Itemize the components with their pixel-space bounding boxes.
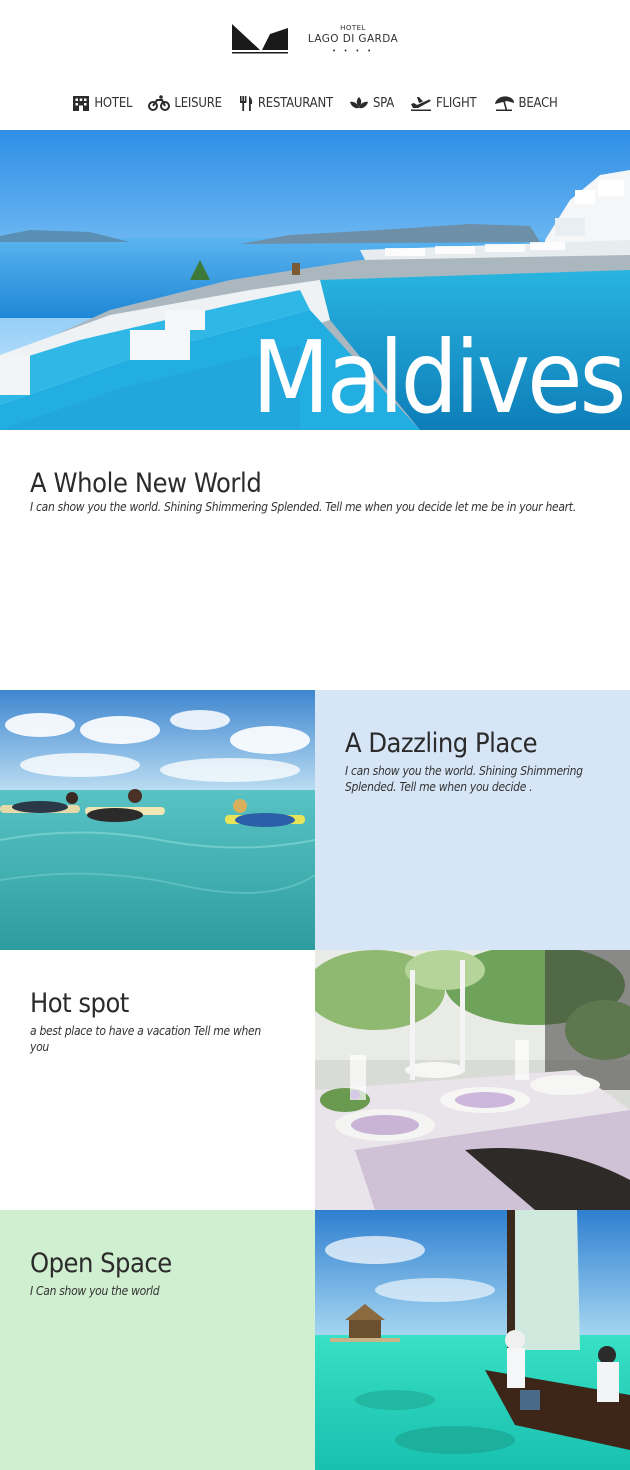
swimmers-photo <box>0 690 315 950</box>
intro-title: A Whole New World <box>30 468 262 499</box>
nav-label-beach: BEACH <box>518 95 558 111</box>
section-text-open-space: I Can show you the world <box>30 1284 160 1298</box>
section-title-open-space: Open Space <box>30 1248 172 1279</box>
bicycle-icon <box>148 95 171 111</box>
section-text-hot-spot: a best place to have a vacation Tell me … <box>30 1024 261 1054</box>
nav-item-beach[interactable]: BEACH <box>493 95 558 111</box>
hero-banner: Maldives <box>0 130 630 430</box>
logo-mark-icon <box>232 24 288 54</box>
swimmers-image <box>0 690 315 950</box>
umbrella-icon <box>494 96 514 111</box>
section-dazzling-place: A Dazzling Place I can show you the worl… <box>315 690 630 950</box>
hotel-logo[interactable]: HOTEL LAGO DI GARDA • • • • <box>230 22 405 58</box>
intro-section: A Whole New World I can show you the wor… <box>30 468 610 514</box>
hero-title: Maldives <box>252 319 626 430</box>
logo-stars: • • • • <box>332 47 374 55</box>
dining-table-photo <box>315 950 630 1210</box>
nav-item-restaurant[interactable]: RESTAURANT <box>238 95 333 111</box>
nav-label-hotel: HOTEL <box>94 95 133 111</box>
main-nav: HOTEL LEISURE RESTAURANT SPA FLIGHT BEAC… <box>0 92 630 114</box>
plane-icon <box>411 97 431 111</box>
section-title-hot-spot: Hot spot <box>30 988 129 1019</box>
site-header: HOTEL LAGO DI GARDA • • • • HOTEL LEISUR… <box>0 0 630 130</box>
hotel-icon <box>73 96 90 111</box>
logo-hotel-label: HOTEL <box>340 24 366 32</box>
nav-item-hotel[interactable]: HOTEL <box>72 95 133 111</box>
lotus-icon <box>349 97 368 109</box>
section-title-dazzling: A Dazzling Place <box>345 728 538 759</box>
boat-image <box>315 1210 630 1470</box>
section-open-space: Open Space I Can show you the world <box>0 1210 315 1470</box>
intro-text: I can show you the world. Shining Shimme… <box>30 500 576 514</box>
nav-label-leisure: LEISURE <box>174 95 222 111</box>
nav-label-restaurant: RESTAURANT <box>257 95 333 111</box>
section-hot-spot: Hot spot a best place to have a vacation… <box>0 950 315 1210</box>
logo-name: LAGO DI GARDA <box>307 33 399 45</box>
section-text-dazzling: I can show you the world. Shining Shimme… <box>345 764 583 794</box>
nav-label-spa: SPA <box>372 95 394 111</box>
dining-image <box>315 950 630 1210</box>
sailboat-lagoon-photo <box>315 1210 630 1470</box>
nav-item-leisure[interactable]: LEISURE <box>148 95 222 111</box>
nav-item-spa[interactable]: SPA <box>349 95 394 111</box>
nav-label-flight: FLIGHT <box>436 95 477 111</box>
nav-item-flight[interactable]: FLIGHT <box>410 95 477 111</box>
cutlery-icon <box>239 96 253 111</box>
